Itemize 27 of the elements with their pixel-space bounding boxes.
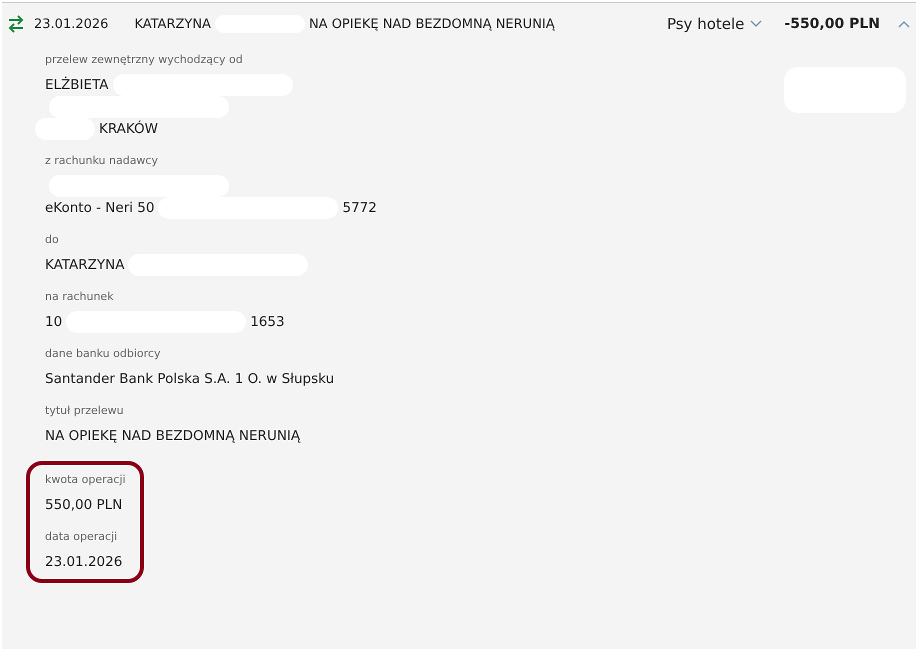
- field-value: KATARZYNA: [45, 257, 124, 273]
- field-label: dane banku odbiorcy: [45, 347, 160, 360]
- field-value: ELŻBIETA: [45, 77, 109, 93]
- field-value: 23.01.2026: [45, 554, 122, 570]
- field-label: przelew zewnętrzny wychodzący od: [45, 53, 243, 66]
- field-value: Santander Bank Polska S.A. 1 O. w Słupsku: [45, 371, 334, 387]
- chevron-up-icon[interactable]: [898, 20, 910, 28]
- field-value: eKonto - Neri 50: [45, 200, 154, 216]
- field-value: 10: [45, 314, 62, 330]
- field-label: kwota operacji: [45, 473, 126, 486]
- field-label: do: [45, 233, 59, 246]
- transaction-amount: -550,00 PLN: [784, 16, 880, 32]
- field-value: KRAKÓW: [99, 121, 158, 137]
- field-value: 1653: [250, 314, 285, 330]
- field-label: tytuł przelewu: [45, 404, 124, 417]
- field-value: 550,00 PLN: [45, 497, 122, 513]
- transaction-title: KATARZYNA: [134, 16, 211, 32]
- field-value: NA OPIEKĘ NAD BEZDOMNĄ NERUNIĄ: [45, 428, 300, 444]
- field-label: na rachunek: [45, 290, 114, 303]
- field-value: 5772: [342, 200, 377, 216]
- field-label: data operacji: [45, 530, 118, 543]
- category-label: Psy hotele: [666, 15, 744, 33]
- transfer-arrows-icon: [6, 14, 26, 34]
- field-label: z rachunku nadawcy: [45, 154, 158, 167]
- transaction-title: NA OPIEKĘ NAD BEZDOMNĄ NERUNIĄ: [308, 16, 555, 32]
- chevron-down-icon[interactable]: [750, 20, 762, 28]
- transaction-date: 23.01.2026: [34, 16, 108, 32]
